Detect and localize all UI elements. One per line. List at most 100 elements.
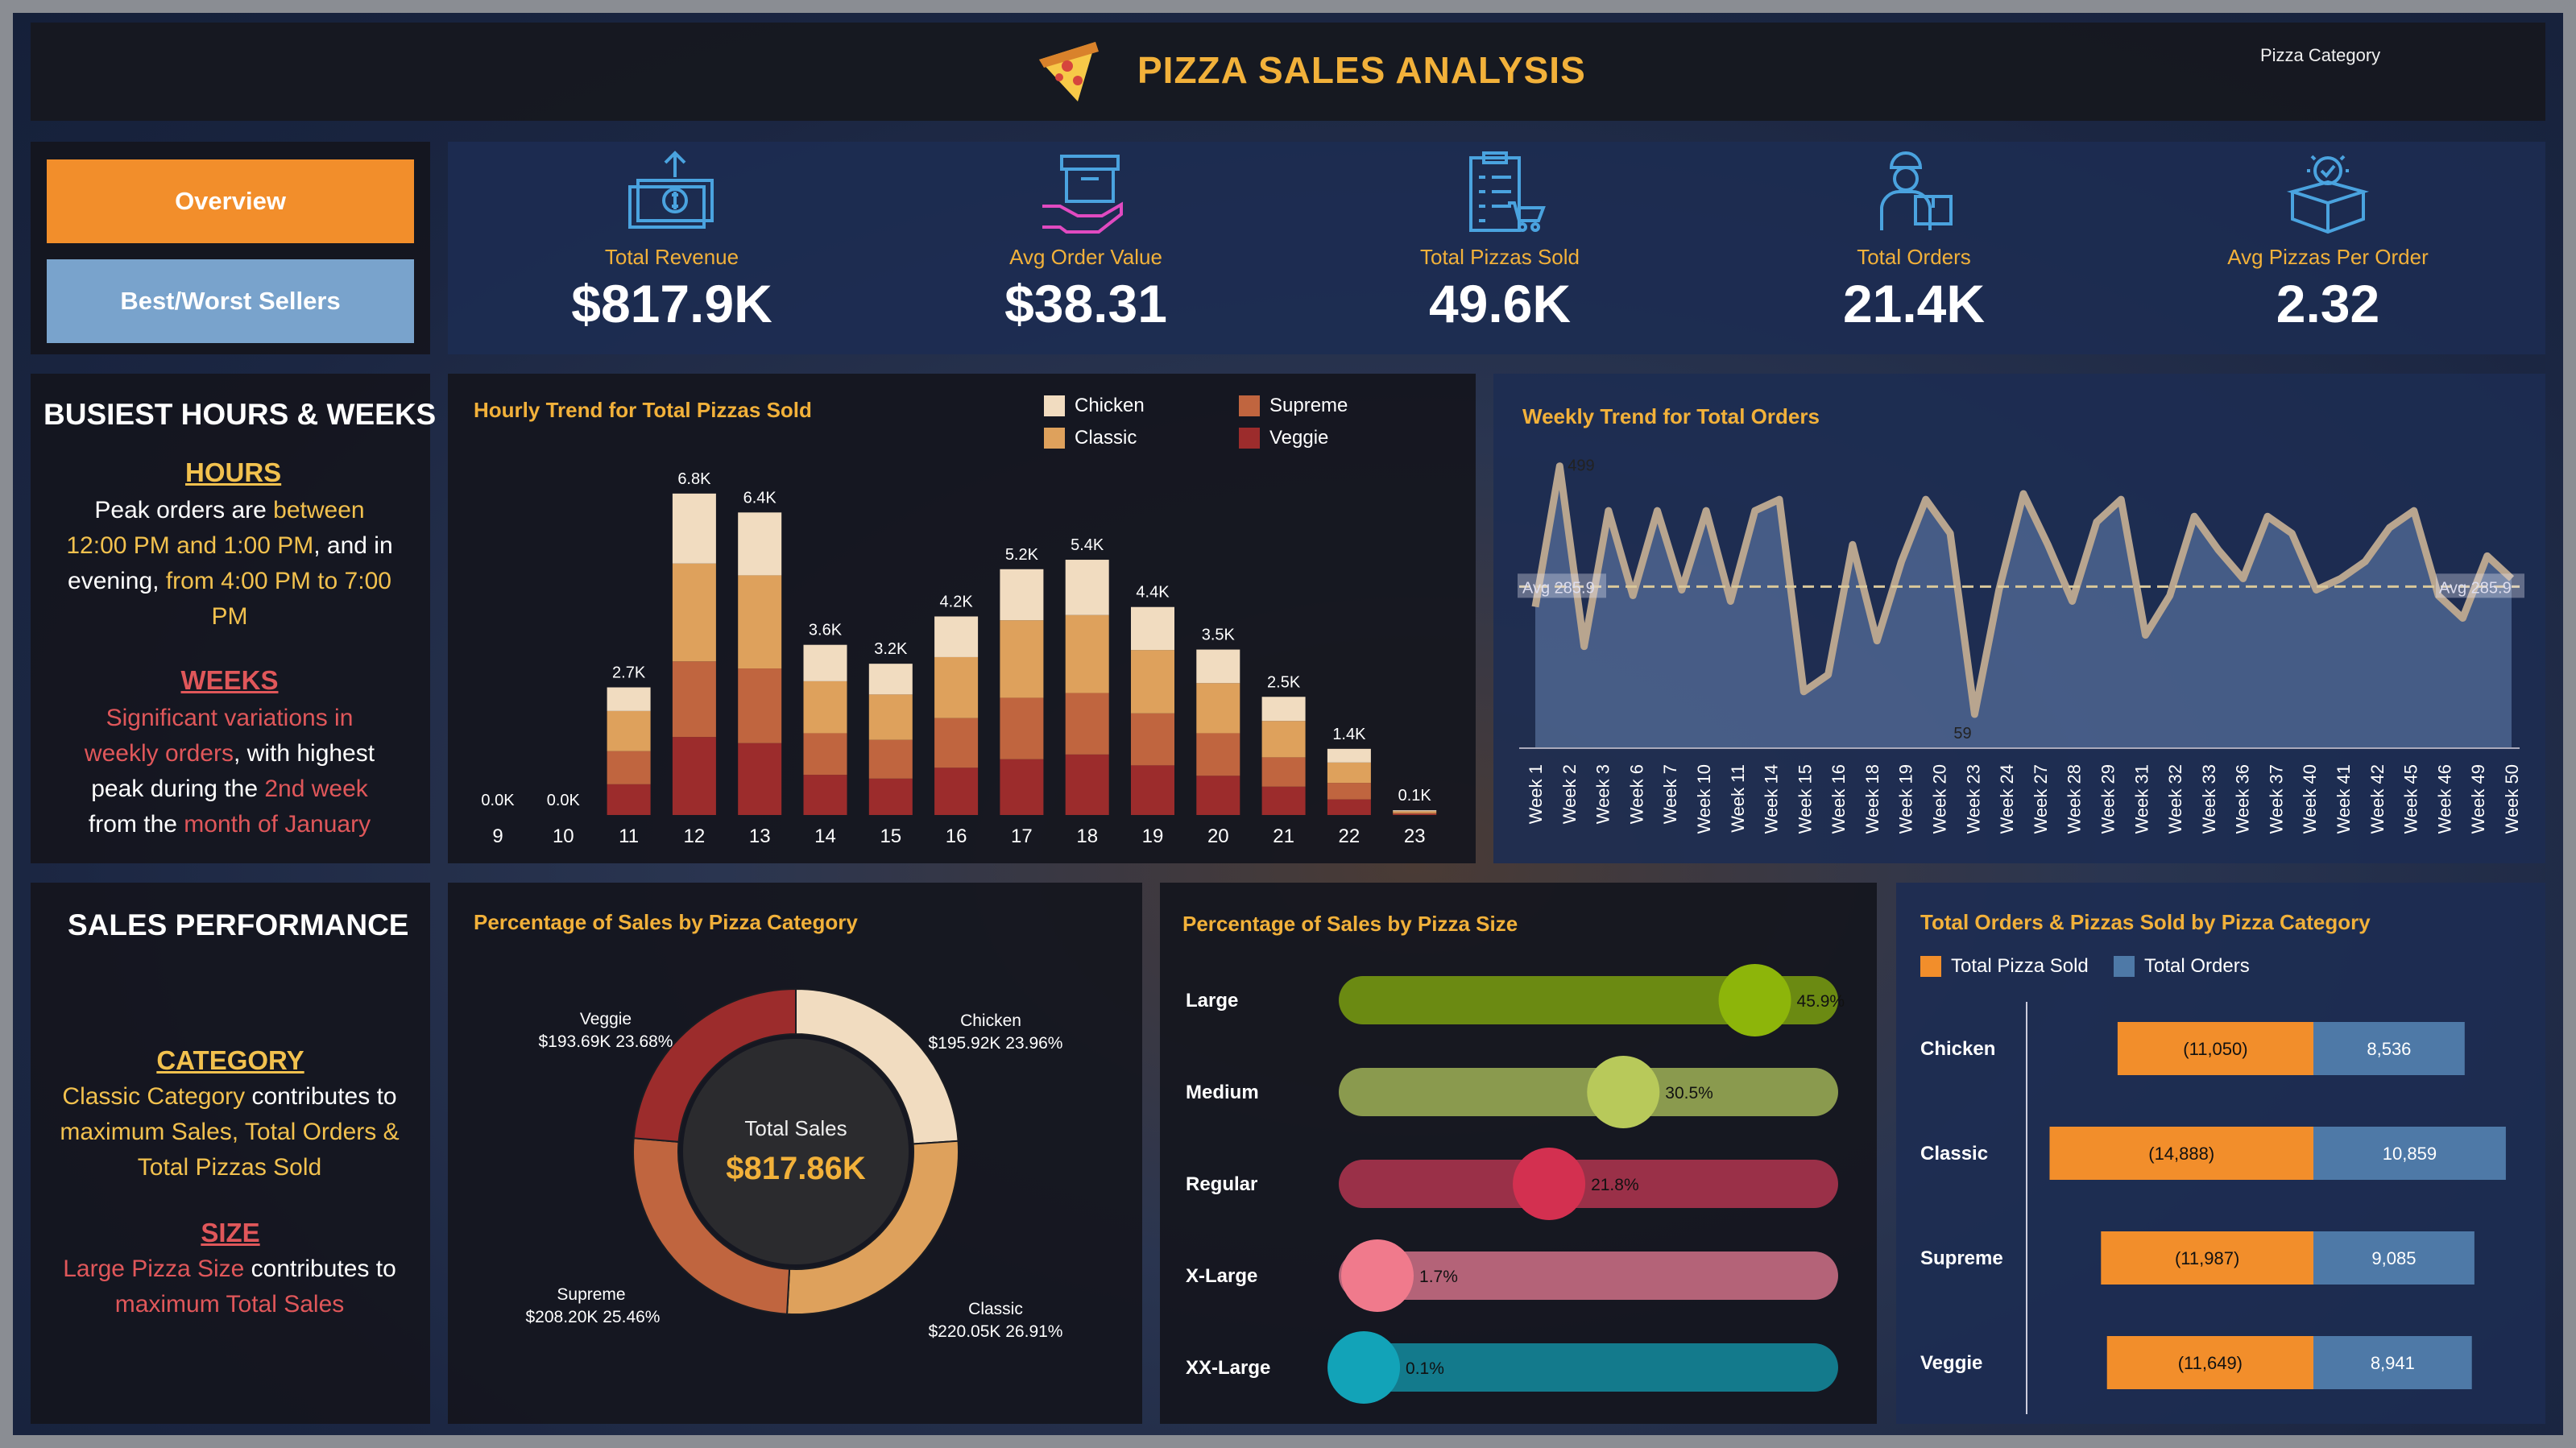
bar-segment-veggie bbox=[738, 743, 782, 815]
x-tick-label: 14 bbox=[814, 825, 836, 847]
bar-segment-classic bbox=[738, 575, 782, 669]
busiest-title: BUSIEST HOURS & WEEKS bbox=[43, 398, 437, 431]
kpi-label: Avg Order Value bbox=[1009, 245, 1162, 269]
hours-text-part: Peak orders are bbox=[94, 497, 274, 523]
bar-segment-veggie bbox=[1065, 754, 1109, 815]
bar-total-label: 0.1K bbox=[1398, 787, 1432, 805]
box-check-icon bbox=[2286, 155, 2370, 234]
x-tick-label: 10 bbox=[553, 825, 574, 847]
category-label: Chicken bbox=[1920, 1038, 1995, 1060]
x-tick-label: Week 14 bbox=[1762, 764, 1782, 834]
x-tick-label: Week 42 bbox=[2367, 764, 2388, 834]
category-text-highlight: Classic Category bbox=[62, 1083, 246, 1110]
hours-text-part: evening, bbox=[68, 568, 166, 594]
x-tick-label: Week 1 bbox=[1526, 764, 1546, 824]
bar-total-label: 6.8K bbox=[677, 470, 711, 488]
slice-value-label: $193.69K 23.68% bbox=[539, 1032, 673, 1051]
x-tick-label: Week 11 bbox=[1728, 764, 1748, 833]
x-tick-label: Week 18 bbox=[1862, 764, 1882, 834]
bar-value-label: (11,649) bbox=[2178, 1353, 2243, 1373]
category-text-highlight: Total Pizzas Sold bbox=[137, 1154, 322, 1181]
bar-segment-classic bbox=[1327, 762, 1371, 784]
size-pct-label: 1.7% bbox=[1419, 1268, 1458, 1286]
bar-segment-chicken bbox=[803, 644, 847, 681]
size-text: Large Pizza Size contributes to maximum … bbox=[40, 1251, 419, 1322]
bar-total-label: 5.4K bbox=[1071, 536, 1104, 554]
bar-total-label: 4.2K bbox=[940, 593, 974, 610]
kpi-label: Total Orders bbox=[1857, 245, 1971, 269]
kpi-label: Total Revenue bbox=[604, 245, 739, 269]
x-tick-label: Week 32 bbox=[2165, 764, 2185, 834]
bar-segment-chicken bbox=[1393, 810, 1437, 812]
x-tick-label: Week 31 bbox=[2131, 764, 2151, 834]
bar-segment-supreme bbox=[1261, 757, 1306, 787]
kpi-label: Total Pizzas Sold bbox=[1420, 245, 1580, 269]
slice-name-label: Classic bbox=[968, 1300, 1023, 1318]
bar-segment-classic bbox=[934, 656, 979, 718]
avg-label-left: Avg 285.9 bbox=[1522, 579, 1595, 597]
delivery-man-icon bbox=[1880, 151, 1953, 230]
bar-segment-classic bbox=[1393, 811, 1437, 813]
x-tick-label: 21 bbox=[1273, 825, 1294, 847]
hourly-chart: 0.0K 9 0.0K 10 2.7K 11 6.8K 12 6.4K 13 3.6K 14 3.2K 1… bbox=[481, 470, 1437, 847]
x-tick-label: Week 46 bbox=[2434, 764, 2454, 834]
size-bar-dot bbox=[1327, 1331, 1401, 1404]
kpi-total-orders: Total Orders 21.4K bbox=[1745, 150, 2083, 334]
bar-value-label: 8,941 bbox=[2371, 1353, 2415, 1373]
bar-segment-veggie bbox=[1196, 776, 1240, 815]
max-point-label: 499 bbox=[1568, 457, 1594, 475]
x-tick-label: 12 bbox=[684, 825, 706, 847]
size-bar-dot bbox=[1587, 1056, 1660, 1128]
bar-segment-supreme bbox=[1065, 693, 1109, 755]
category-text-part: contributes to bbox=[245, 1083, 397, 1110]
x-tick-label: Week 20 bbox=[1930, 764, 1950, 834]
size-bar-dot bbox=[1718, 964, 1791, 1036]
x-tick-label: 11 bbox=[619, 825, 639, 847]
x-tick-label: 15 bbox=[880, 825, 901, 847]
size-bar-dot bbox=[1341, 1239, 1414, 1312]
bar-segment-veggie bbox=[1261, 786, 1306, 815]
x-tick-label: Week 33 bbox=[2199, 764, 2219, 834]
min-point-label: 59 bbox=[1953, 725, 1971, 743]
bar-segment-chicken bbox=[1196, 649, 1240, 684]
bar-segment-chicken bbox=[1131, 606, 1174, 651]
donut-center-label: Total Sales bbox=[744, 1116, 847, 1140]
weeks-text-part: , with highest bbox=[233, 740, 375, 767]
weeks-text-highlight: weekly orders bbox=[84, 740, 234, 767]
bar-total-label: 3.6K bbox=[809, 622, 843, 639]
overview-button[interactable]: Overview bbox=[47, 159, 414, 243]
page-title: PIZZA SALES ANALYSIS bbox=[1137, 49, 1586, 91]
bar-segment-supreme bbox=[934, 718, 979, 768]
bar-total-label: 2.5K bbox=[1267, 673, 1301, 691]
bar-segment-veggie bbox=[803, 775, 847, 815]
box-hand-icon bbox=[1042, 155, 1123, 234]
hours-text-part: , and in bbox=[313, 532, 393, 559]
bar-segment-supreme bbox=[607, 751, 651, 784]
slice-value-label: $220.05K 26.91% bbox=[929, 1322, 1063, 1341]
bar-segment-chicken bbox=[1000, 569, 1044, 621]
bar-total-label: 6.4K bbox=[743, 489, 777, 507]
x-tick-label: Week 16 bbox=[1828, 764, 1849, 834]
kpi-avg-order-value: Avg Order Value $38.31 bbox=[917, 150, 1255, 334]
hours-text: Peak orders are between 12:00 PM and 1:0… bbox=[40, 493, 419, 635]
x-tick-label: Week 19 bbox=[1896, 764, 1916, 834]
x-tick-label: Week 27 bbox=[2031, 764, 2051, 834]
size-pct-label: 21.8% bbox=[1591, 1176, 1639, 1194]
bar-segment-classic bbox=[803, 681, 847, 734]
hours-text-highlight: PM bbox=[211, 603, 248, 630]
bar-segment-classic bbox=[1131, 650, 1174, 714]
x-tick-label: Week 41 bbox=[2334, 764, 2354, 834]
bar-segment-veggie bbox=[1327, 799, 1371, 815]
bar-value-label: 8,536 bbox=[2367, 1039, 2411, 1059]
x-tick-label: 9 bbox=[492, 825, 503, 847]
kpi-value: 21.4K bbox=[1842, 274, 1986, 333]
bar-segment-chicken bbox=[1261, 697, 1306, 722]
x-tick-label: Week 7 bbox=[1660, 764, 1680, 824]
x-tick-label: 19 bbox=[1142, 825, 1164, 847]
bar-segment-supreme bbox=[1327, 783, 1371, 800]
best-worst-sellers-button[interactable]: Best/Worst Sellers bbox=[47, 259, 414, 343]
pizza-category-filter[interactable]: Pizza Category bbox=[2260, 45, 2380, 66]
bar-value-label: (14,888) bbox=[2148, 1144, 2214, 1164]
x-tick-label: Week 37 bbox=[2266, 764, 2286, 834]
bar-segment-classic bbox=[672, 563, 716, 662]
